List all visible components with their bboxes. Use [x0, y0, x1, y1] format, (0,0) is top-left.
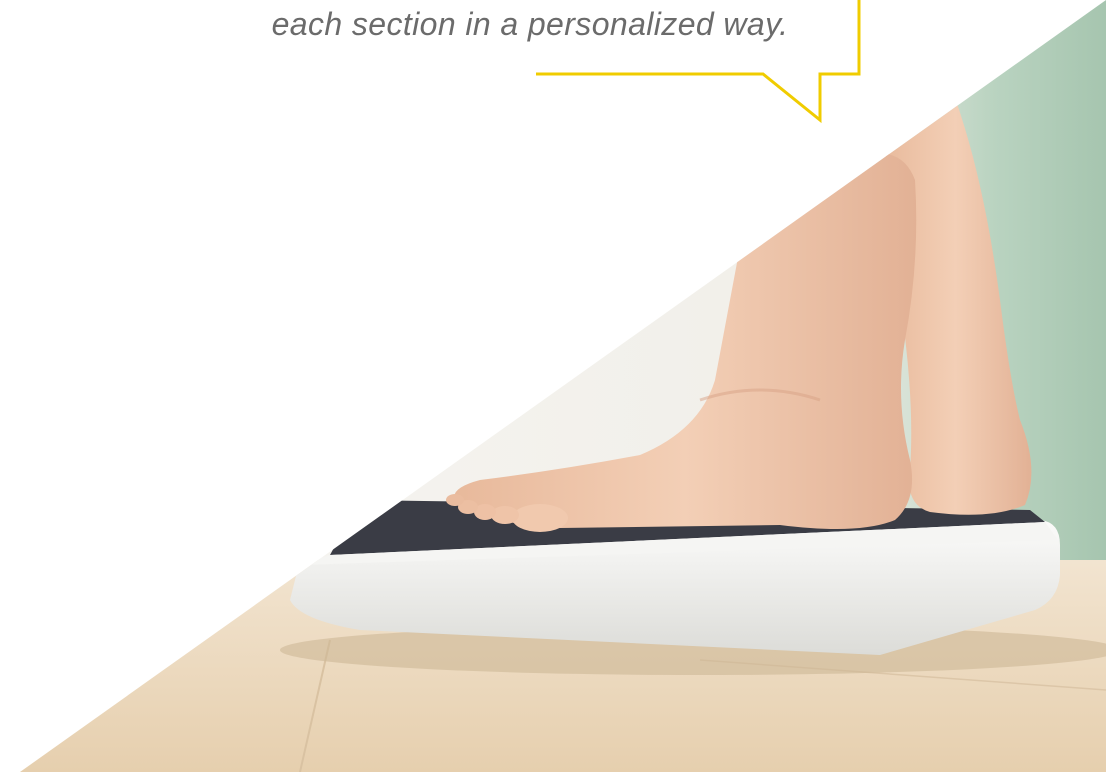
- callout-border: [536, 0, 861, 124]
- callout-text: each section in a personalized way.: [271, 6, 789, 42]
